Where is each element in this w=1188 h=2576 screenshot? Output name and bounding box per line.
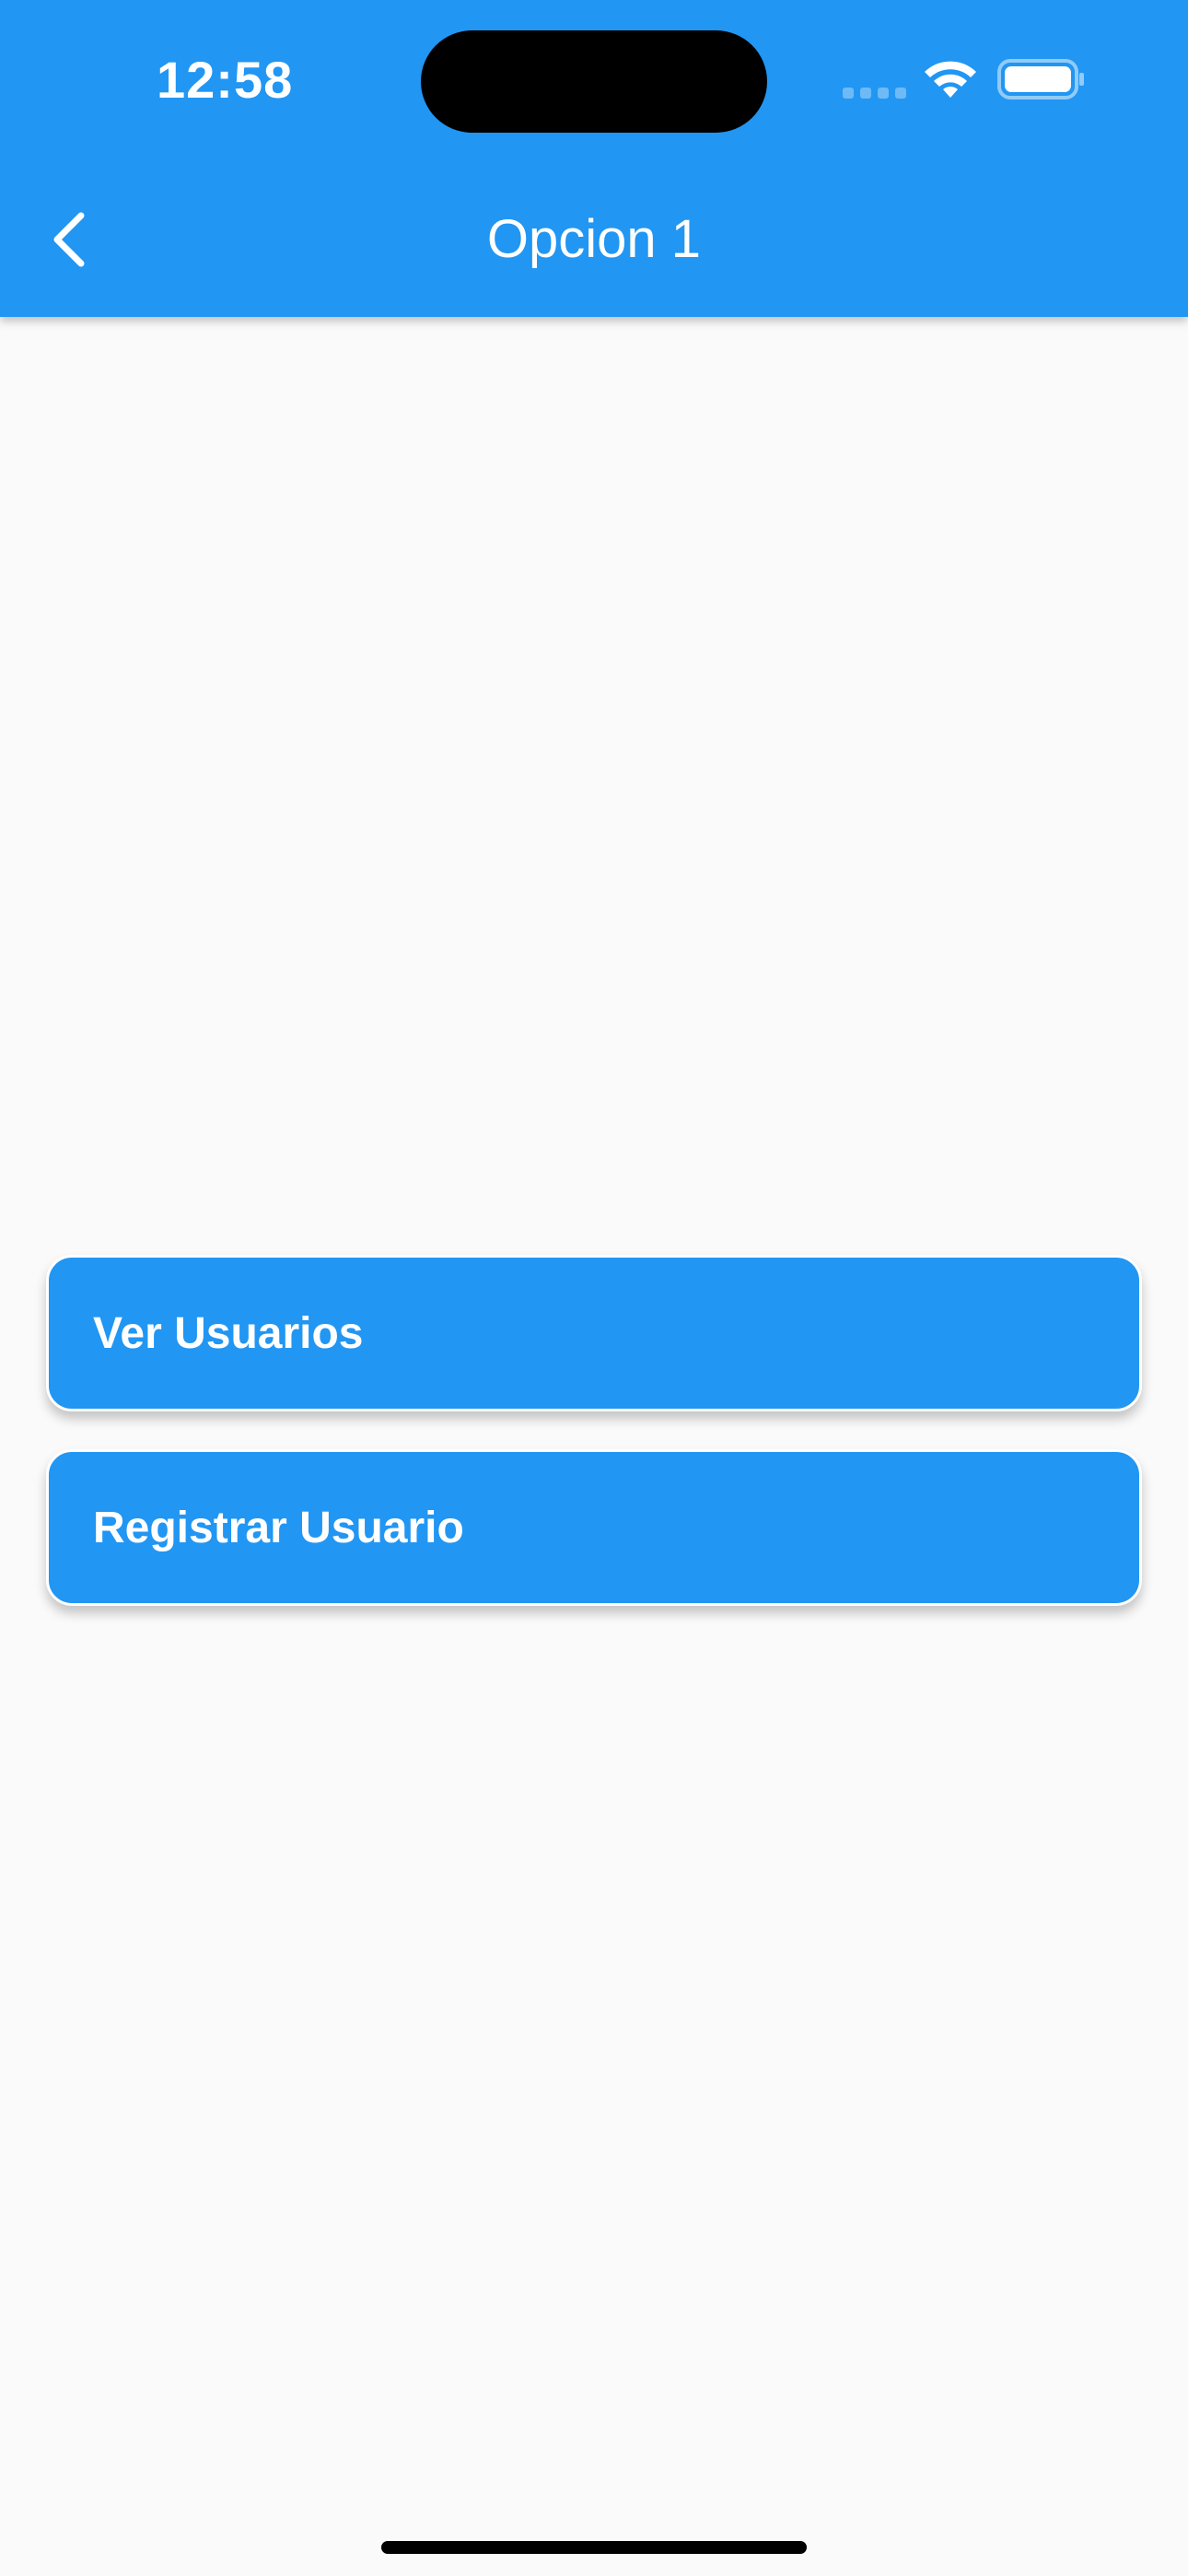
registrar-usuario-button[interactable]: Registrar Usuario xyxy=(46,1449,1142,1606)
app-bar: 12:58 Opcion 1 xyxy=(0,0,1188,317)
registrar-usuario-label: Registrar Usuario xyxy=(93,1503,464,1552)
battery-icon xyxy=(997,59,1084,100)
signal-icon xyxy=(843,88,906,99)
ver-usuarios-button[interactable]: Ver Usuarios xyxy=(46,1255,1142,1411)
page-title: Opcion 1 xyxy=(486,209,702,269)
wifi-icon xyxy=(925,61,976,98)
status-time: 12:58 xyxy=(157,51,294,109)
ver-usuarios-label: Ver Usuarios xyxy=(93,1308,364,1358)
screen: 12:58 Opcion 1 Ver Usuarios Registrar Us… xyxy=(0,0,1188,2576)
dynamic-island xyxy=(421,30,767,133)
home-indicator[interactable] xyxy=(381,2541,807,2554)
